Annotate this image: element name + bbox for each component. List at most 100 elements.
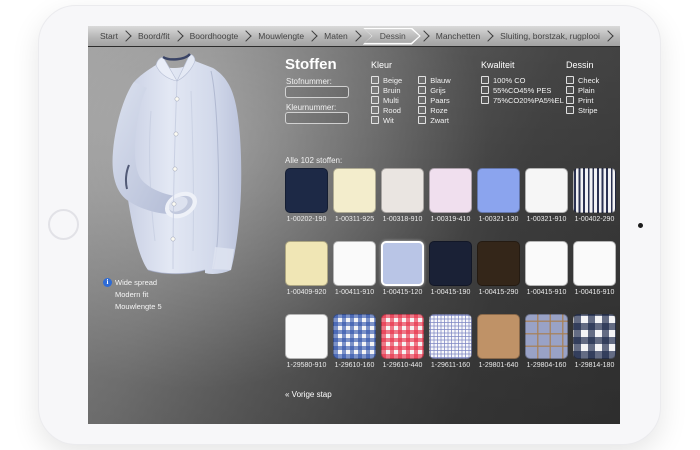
nav-tab-mouwlengte[interactable]: Mouwlengte [251, 31, 311, 41]
fabric-swatch-1-00318-910[interactable] [381, 168, 424, 213]
fabric-code: 1-00202-190 [285, 216, 328, 223]
fabric-swatch-1-00202-190[interactable] [285, 168, 328, 213]
fabric-cell: 1-29610-440 [381, 314, 424, 369]
nav-tab-maten[interactable]: Maten [317, 31, 355, 41]
fabric-swatch-1-00416-910[interactable] [573, 241, 616, 286]
checkbox[interactable] [371, 106, 379, 114]
filter-option-label: Zwart [430, 116, 449, 125]
fabric-cell: 1-00409-920 [285, 241, 328, 296]
fabric-cell: 1-29801-640 [477, 314, 520, 369]
fabric-code: 1-00411-910 [333, 289, 376, 296]
fabric-cell: 1-00402-290 [573, 168, 616, 223]
fabric-cell: 1-29804-160 [525, 314, 568, 369]
fabric-swatch-1-29611-160[interactable] [429, 314, 472, 359]
nav-tab-sluiting-borstzak-rugplooi[interactable]: Sluiting, borstzak, rugplooi [493, 31, 607, 41]
filter-option-blauw[interactable]: Blauw [418, 75, 450, 85]
fabric-code: 1-00321-910 [525, 216, 568, 223]
filter-option-beige[interactable]: Beige [371, 75, 402, 85]
fabric-swatch-1-00415-290[interactable] [477, 241, 520, 286]
fabric-cell: 1-00416-910 [573, 241, 616, 296]
fabric-code: 1-00321-130 [477, 216, 520, 223]
home-button[interactable] [48, 209, 79, 240]
filter-option-label: Grijs [430, 86, 445, 95]
fabric-code: 1-29814-180 [573, 362, 616, 369]
filter-option-plain[interactable]: Plain [566, 85, 599, 95]
nav-tab-boordhoogte[interactable]: Boordhoogte [183, 31, 246, 41]
fabric-swatch-1-00415-190[interactable] [429, 241, 472, 286]
fabric-cell: 1-29611-160 [429, 314, 472, 369]
shirt-preview [93, 51, 265, 283]
fabric-code: 1-00318-910 [381, 216, 424, 223]
filter-option-stripe[interactable]: Stripe [566, 105, 599, 115]
checkbox[interactable] [371, 96, 379, 104]
nav-tab-boord-fit[interactable]: Boord/fit [131, 31, 177, 41]
nav-tab-dessin[interactable]: Dessin [363, 28, 421, 45]
checkbox[interactable] [566, 76, 574, 84]
checkbox[interactable] [371, 116, 379, 124]
nav-tab-knopen-en-garens[interactable]: Knopen en garens [613, 31, 620, 41]
fabric-cell: 1-00321-130 [477, 168, 520, 223]
configurator-screen: StartBoord/fitBoordhoogteMouwlengteMaten… [88, 26, 620, 424]
filter-option-paars[interactable]: Paars [418, 95, 450, 105]
filter-option-75-co20-pa5-el[interactable]: 75%CO20%PA5%EL [481, 95, 564, 105]
filter-option-multi[interactable]: Multi [371, 95, 402, 105]
fabric-swatch-1-29804-160[interactable] [525, 314, 568, 359]
nav-tab-manchetten[interactable]: Manchetten [429, 31, 487, 41]
filter-option-label: Check [578, 76, 599, 85]
kleurnummer-input[interactable] [285, 112, 349, 124]
fabric-swatch-1-00415-120[interactable] [381, 241, 424, 286]
fabric-swatch-1-00321-130[interactable] [477, 168, 520, 213]
filter-option-100-co[interactable]: 100% CO [481, 75, 564, 85]
info-icon: i [103, 278, 112, 287]
results-count-label: Alle 102 stoffen: [285, 156, 342, 165]
filter-option-zwart[interactable]: Zwart [418, 115, 450, 125]
fabric-swatch-1-00402-290[interactable] [573, 168, 616, 213]
filter-option-roze[interactable]: Roze [418, 105, 450, 115]
fabric-swatch-1-29580-910[interactable] [285, 314, 328, 359]
shirt-render [93, 51, 265, 283]
filter-option-rood[interactable]: Rood [371, 105, 402, 115]
page-title: Stoffen [285, 56, 337, 73]
previous-step-link[interactable]: « Vorige stap [285, 390, 332, 399]
fabric-swatch-1-00415-910[interactable] [525, 241, 568, 286]
checkbox[interactable] [418, 86, 426, 94]
filter-option-check[interactable]: Check [566, 75, 599, 85]
checkbox[interactable] [418, 116, 426, 124]
filter-group-title: Dessin [566, 60, 599, 70]
filter-option-grijs[interactable]: Grijs [418, 85, 450, 95]
checkbox[interactable] [566, 106, 574, 114]
fabric-swatch-1-00319-410[interactable] [429, 168, 472, 213]
checkbox[interactable] [371, 86, 379, 94]
checkbox[interactable] [481, 96, 489, 104]
fabric-cell: 1-00321-910 [525, 168, 568, 223]
fabric-code: 1-00415-910 [525, 289, 568, 296]
filter-option-wit[interactable]: Wit [371, 115, 402, 125]
checkbox[interactable] [418, 106, 426, 114]
fabric-swatch-1-00321-910[interactable] [525, 168, 568, 213]
fabric-swatch-1-29814-180[interactable] [573, 314, 616, 359]
fabric-swatch-1-29801-640[interactable] [477, 314, 520, 359]
filter-option-55-co45-pes[interactable]: 55%CO45% PES [481, 85, 564, 95]
filter-option-print[interactable]: Print [566, 95, 599, 105]
checkbox[interactable] [566, 86, 574, 94]
filter-group-title: Kleur [371, 60, 451, 70]
checkbox[interactable] [481, 86, 489, 94]
fabric-swatch-1-29610-440[interactable] [381, 314, 424, 359]
fabric-swatch-1-00311-925[interactable] [333, 168, 376, 213]
fabric-swatch-1-00409-920[interactable] [285, 241, 328, 286]
fabric-swatch-1-29610-160[interactable] [333, 314, 376, 359]
stofnummer-input[interactable] [285, 86, 349, 98]
filter-option-bruin[interactable]: Bruin [371, 85, 402, 95]
fabric-code: 1-00319-410 [429, 216, 472, 223]
fabric-cell: 1-29580-910 [285, 314, 328, 369]
filter-option-label: Plain [578, 86, 595, 95]
filter-option-label: 75%CO20%PA5%EL [493, 96, 564, 105]
checkbox[interactable] [418, 76, 426, 84]
fabric-swatch-1-00411-910[interactable] [333, 241, 376, 286]
checkbox[interactable] [481, 76, 489, 84]
checkbox[interactable] [566, 96, 574, 104]
filter-option-label: Bruin [383, 86, 401, 95]
checkbox[interactable] [371, 76, 379, 84]
kleurnummer-label: Kleurnummer: [286, 103, 336, 112]
checkbox[interactable] [418, 96, 426, 104]
